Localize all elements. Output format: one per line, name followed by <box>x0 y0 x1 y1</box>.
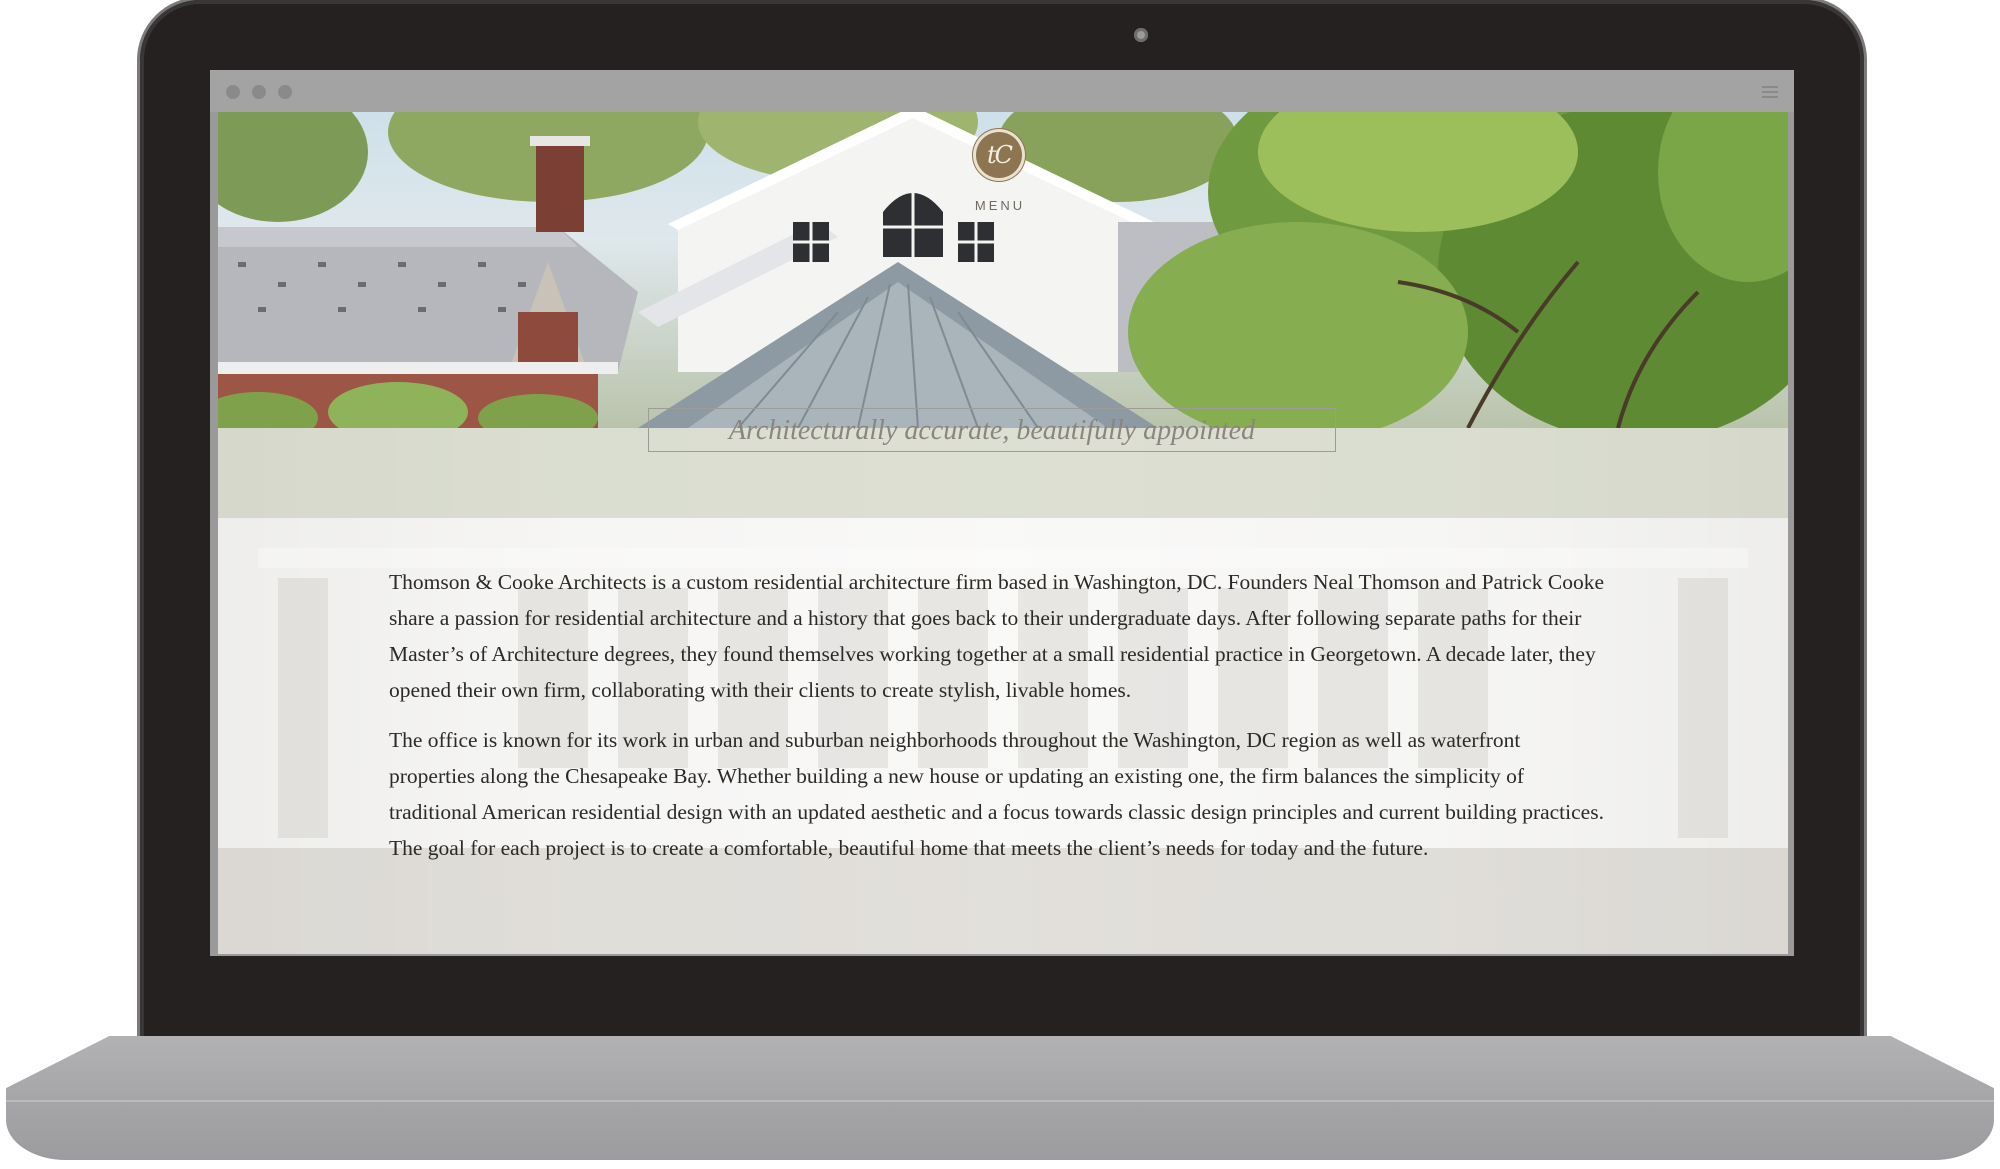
about-paragraph-2: The office is known for its work in urba… <box>389 728 1604 860</box>
menu-link[interactable]: MENU <box>970 198 1030 213</box>
window-close-dot[interactable] <box>226 85 240 99</box>
logo[interactable]: tC <box>976 132 1022 178</box>
window-minimize-dot[interactable] <box>252 85 266 99</box>
hamburger-icon[interactable] <box>1762 86 1778 98</box>
web-page: tC MENU Architecturally accurate, beauti… <box>218 112 1788 954</box>
laptop-base-edge <box>6 1100 1994 1102</box>
hero-image: tC MENU <box>218 112 1788 428</box>
laptop-base <box>6 1036 1994 1160</box>
browser-toolbar <box>210 70 1794 112</box>
tagline-box: Architecturally accurate, beautifully ap… <box>648 408 1336 452</box>
tagline: Architecturally accurate, beautifully ap… <box>728 415 1256 446</box>
about-paragraph-1: Thomson & Cooke Architects is a custom r… <box>389 570 1604 702</box>
window-maximize-dot[interactable] <box>278 85 292 99</box>
camera-icon <box>1134 28 1148 42</box>
browser-window: tC MENU Architecturally accurate, beauti… <box>210 70 1794 956</box>
about-copy: Thomson & Cooke Architects is a custom r… <box>389 564 1609 880</box>
